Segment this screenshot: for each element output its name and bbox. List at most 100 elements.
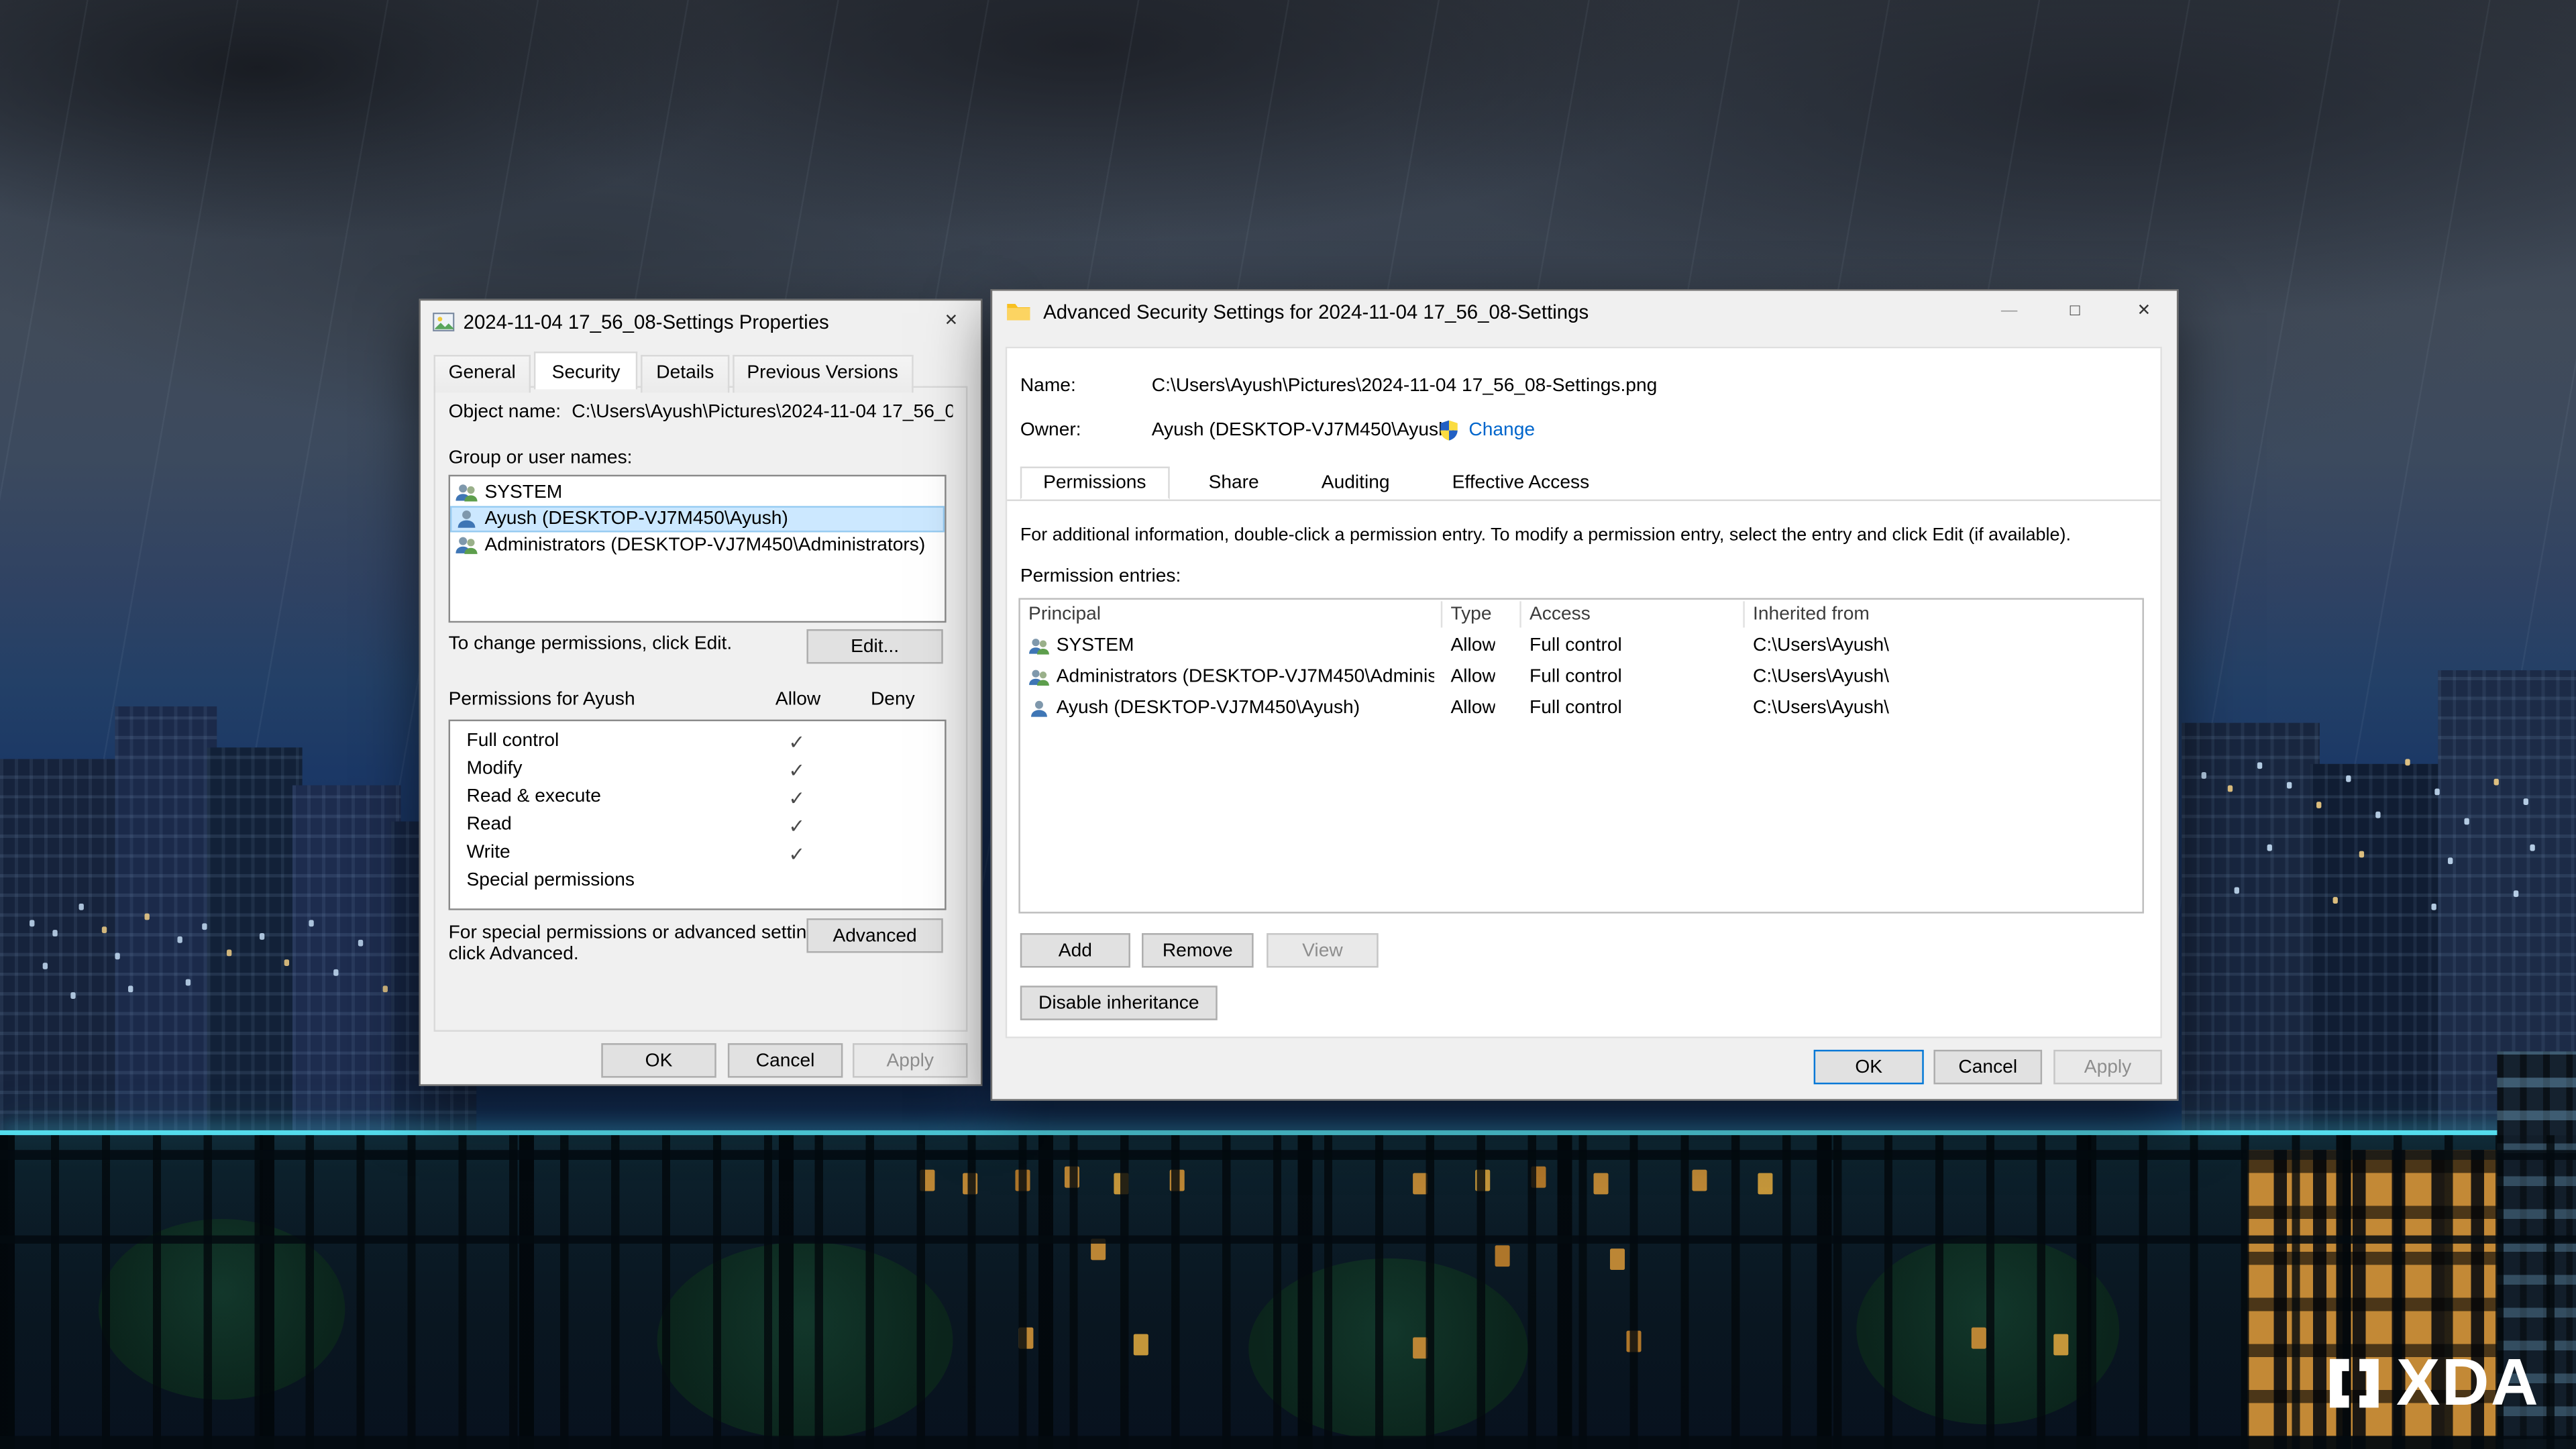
wallpaper-fence-rail (0, 1150, 2576, 1160)
group-users-icon (455, 482, 478, 504)
permission-name: Full control (467, 731, 559, 751)
remove-button[interactable]: Remove (1142, 933, 1254, 967)
list-item-system[interactable]: SYSTEM (450, 480, 945, 506)
wallpaper-fence (0, 1135, 2576, 1449)
permissions-for-label: Permissions for Ayush (449, 690, 635, 710)
permission-name: Modify (467, 759, 523, 778)
close-icon[interactable]: ✕ (928, 304, 975, 337)
wallpaper-building (207, 747, 303, 1134)
ok-button[interactable]: OK (1814, 1050, 1924, 1084)
cell-inherited: C:\Users\Ayush\ (1753, 698, 1889, 718)
properties-dialog: 2024-11-04 17_56_08-Settings Properties … (419, 299, 982, 1086)
apply-button[interactable]: Apply (853, 1043, 967, 1077)
watermark: XDA (2324, 1350, 2540, 1416)
advanced-hint-line2: click Advanced. (449, 945, 579, 964)
minimize-icon[interactable]: — (1986, 294, 2033, 327)
col-type[interactable]: Type (1450, 604, 1491, 624)
xda-bracket-icon (2324, 1354, 2383, 1413)
apply-button[interactable]: Apply (2053, 1050, 2162, 1084)
cell-type: Allow (1450, 636, 1495, 655)
wallpaper-fence-rail (0, 1236, 2576, 1244)
disable-inheritance-button[interactable]: Disable inheritance (1020, 985, 1218, 1020)
wallpaper-city-lights (2202, 772, 2206, 779)
close-icon[interactable]: ✕ (2121, 294, 2167, 327)
change-owner-link[interactable]: Change (1468, 421, 1535, 440)
tab-previous-versions[interactable]: Previous Versions (732, 355, 913, 392)
cell-type: Allow (1450, 667, 1495, 686)
tab-effective-access[interactable]: Effective Access (1429, 467, 1612, 500)
info-text: For additional information, double-click… (1020, 526, 2071, 545)
ok-button[interactable]: OK (601, 1043, 716, 1077)
advanced-tabstrip: Permissions Share Auditing Effective Acc… (1007, 465, 2160, 498)
group-user-list[interactable]: SYSTEM Ayush (DESKTOP-VJ7M450\Ayush) Adm… (449, 475, 947, 623)
cell-type: Allow (1450, 698, 1495, 718)
permission-name: Write (467, 843, 511, 862)
deny-column-label: Deny (871, 690, 915, 710)
list-item-ayush[interactable]: Ayush (DESKTOP-VJ7M450\Ayush) (450, 506, 945, 532)
tab-details[interactable]: Details (641, 355, 729, 392)
cell-principal: SYSTEM (1057, 636, 1434, 655)
add-button[interactable]: Add (1020, 933, 1130, 967)
allow-check[interactable]: ✓ (784, 731, 810, 754)
advanced-button[interactable]: Advanced (806, 918, 943, 953)
list-item-label: SYSTEM (484, 483, 562, 502)
wallpaper-fence-rail (0, 1436, 2576, 1449)
header-separator (1743, 601, 1744, 627)
cell-inherited: C:\Users\Ayush\ (1753, 636, 1889, 655)
list-item-label: Administrators (DESKTOP-VJ7M450\Administ… (484, 535, 925, 555)
permissions-list[interactable]: Full control ✓ Modify ✓ Read & execute ✓… (449, 720, 947, 910)
permission-name: Read (467, 815, 512, 835)
tab-security[interactable]: Security (534, 352, 639, 389)
properties-titlebar[interactable]: 2024-11-04 17_56_08-Settings Properties … (421, 301, 981, 343)
allow-check[interactable]: ✓ (784, 815, 810, 838)
desktop: XDA 2024-11-04 17_56_08-Settings Propert… (0, 0, 2576, 1449)
group-users-icon (455, 534, 478, 557)
allow-check[interactable]: ✓ (784, 787, 810, 810)
maximize-icon[interactable]: □ (2052, 294, 2098, 327)
folder-icon (1006, 299, 1032, 325)
name-value: C:\Users\Ayush\Pictures\2024-11-04 17_56… (1152, 376, 1658, 396)
table-header-row: Principal Type Access Inherited from (1020, 600, 2143, 629)
allow-check[interactable]: ✓ (784, 843, 810, 865)
permission-entries-table[interactable]: Principal Type Access Inherited from SYS… (1018, 598, 2144, 913)
allow-check[interactable]: ✓ (784, 759, 810, 782)
cell-inherited: C:\Users\Ayush\ (1753, 667, 1889, 686)
tab-auditing[interactable]: Auditing (1298, 467, 1412, 500)
uac-shield-icon (1438, 419, 1460, 441)
watermark-text: XDA (2396, 1350, 2540, 1416)
allow-column-label: Allow (775, 690, 820, 710)
advanced-hint-line1: For special permissions or advanced sett… (449, 923, 832, 943)
advanced-titlebar[interactable]: Advanced Security Settings for 2024-11-0… (992, 290, 2177, 333)
table-row[interactable]: Administrators (DESKTOP-VJ7M450\Administ… (1020, 662, 2143, 694)
wallpaper-horizon-glow (0, 1130, 2576, 1135)
table-row[interactable]: Ayush (DESKTOP-VJ7M450\Ayush) Allow Full… (1020, 693, 2143, 724)
object-name-value: C:\Users\Ayush\Pictures\2024-11-04 17_56… (572, 402, 953, 422)
cancel-button[interactable]: Cancel (728, 1043, 843, 1077)
cancel-button[interactable]: Cancel (1933, 1050, 2042, 1084)
edit-button[interactable]: Edit... (806, 629, 943, 663)
col-inherited-from[interactable]: Inherited from (1753, 604, 1870, 624)
header-separator (1519, 601, 1521, 627)
table-row[interactable]: SYSTEM Allow Full control C:\Users\Ayush… (1020, 631, 2143, 662)
wallpaper-building (115, 706, 217, 1134)
cell-access: Full control (1529, 698, 1622, 718)
header-separator (1441, 601, 1442, 627)
tabstrip-separator (1007, 499, 2160, 500)
cell-principal: Administrators (DESKTOP-VJ7M450\Administ… (1057, 667, 1434, 686)
wallpaper-building (0, 759, 128, 1133)
list-item-administrators[interactable]: Administrators (DESKTOP-VJ7M450\Administ… (450, 532, 945, 558)
properties-tabstrip: General Security Details Previous Versio… (434, 352, 916, 389)
tab-share[interactable]: Share (1185, 467, 1282, 500)
tab-permissions[interactable]: Permissions (1020, 467, 1169, 500)
permission-name: Read & execute (467, 787, 601, 806)
name-label: Name: (1020, 376, 1076, 396)
col-principal[interactable]: Principal (1028, 604, 1101, 624)
wallpaper-city-lights (30, 920, 34, 926)
wallpaper-building (292, 786, 401, 1134)
col-access[interactable]: Access (1529, 604, 1591, 624)
group-user-names-label: Group or user names: (449, 449, 633, 468)
view-button[interactable]: View (1267, 933, 1379, 967)
edit-hint: To change permissions, click Edit. (449, 634, 733, 653)
tab-general[interactable]: General (434, 355, 531, 392)
wallpaper-building (2310, 764, 2448, 1134)
